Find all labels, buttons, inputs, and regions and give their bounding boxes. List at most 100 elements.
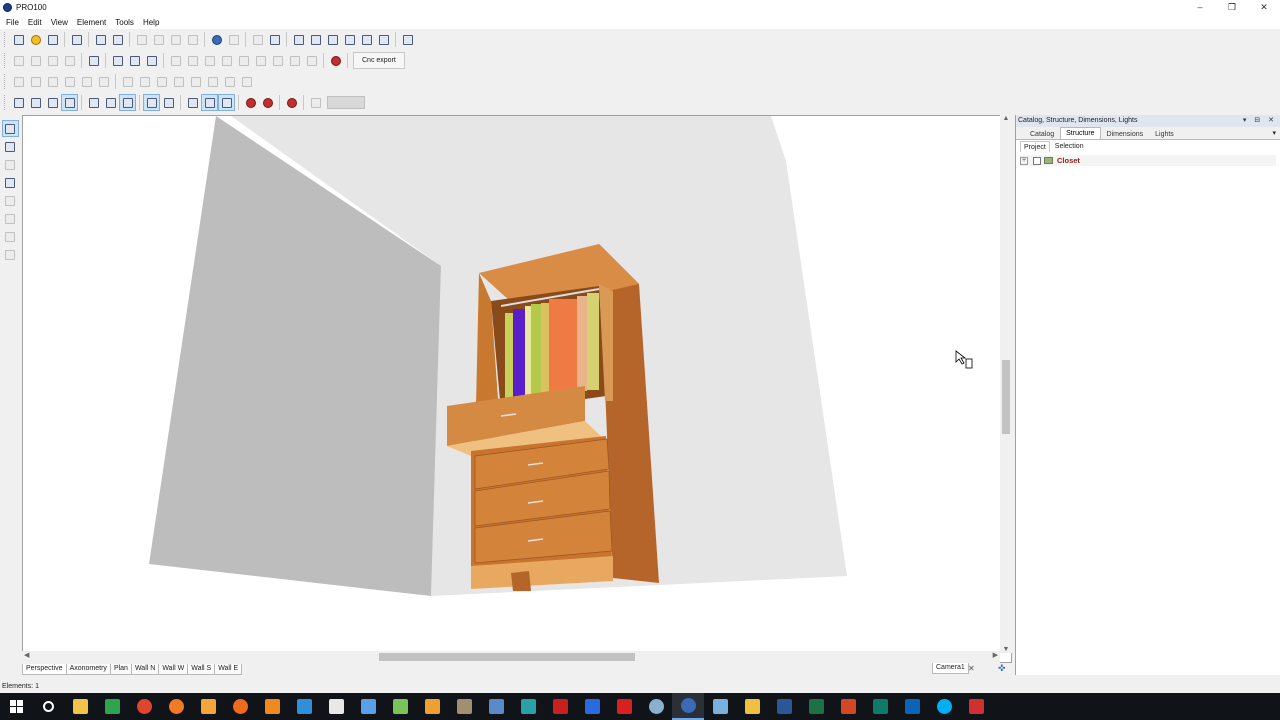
tab-lights[interactable]: Lights (1149, 128, 1180, 139)
select-tool[interactable] (1, 120, 19, 137)
align-top-button[interactable] (44, 73, 61, 90)
align-bottom-button[interactable] (61, 73, 78, 90)
add-camera-icon[interactable]: ✜ (998, 663, 1006, 674)
menu-help[interactable]: Help (139, 18, 164, 27)
shaded-button[interactable] (44, 94, 61, 111)
taskbar-gimp-button[interactable] (448, 693, 480, 720)
taskbar-paint-net-button[interactable] (480, 693, 512, 720)
new-file-button[interactable] (10, 31, 27, 48)
light-button[interactable] (160, 94, 177, 111)
copy-material-tool[interactable] (2, 192, 19, 209)
stretch-tool[interactable] (2, 228, 19, 245)
menu-view[interactable]: View (47, 18, 73, 27)
catalog-button[interactable] (266, 31, 283, 48)
minimize-button[interactable]: – (1184, 0, 1216, 15)
subtab-project[interactable]: Project (1020, 141, 1050, 152)
sum-button[interactable] (399, 31, 416, 48)
3d-viewport[interactable] (22, 115, 1012, 663)
arrow-up-button[interactable] (218, 52, 235, 69)
copy-button[interactable] (150, 31, 167, 48)
taskbar-calculator-button[interactable] (320, 693, 352, 720)
paint-tool[interactable] (2, 174, 19, 191)
width-2-button[interactable] (27, 52, 44, 69)
distribute-5-button[interactable] (187, 73, 204, 90)
ungroup-button[interactable] (167, 52, 184, 69)
taskbar-folder-button[interactable] (736, 693, 768, 720)
labels-button[interactable] (143, 94, 160, 111)
undo-button[interactable] (208, 31, 225, 48)
align-right-button[interactable] (27, 73, 44, 90)
taskbar-malwarebytes-button[interactable] (576, 693, 608, 720)
dimension-tool[interactable] (2, 138, 19, 155)
move-button[interactable] (269, 52, 286, 69)
menu-edit[interactable]: Edit (24, 18, 47, 27)
menu-tools[interactable]: Tools (111, 18, 139, 27)
paste-button[interactable] (167, 31, 184, 48)
taskbar-google-drive-button[interactable] (96, 693, 128, 720)
grid-button[interactable] (85, 52, 102, 69)
menu-file[interactable]: File (2, 18, 24, 27)
close-camera-icon[interactable]: ✕ (968, 663, 975, 674)
tab-axonometry[interactable]: Axonometry (65, 663, 111, 675)
tab-plan[interactable]: Plan (109, 663, 132, 675)
measure-tool[interactable] (2, 156, 19, 173)
print-button[interactable] (92, 31, 109, 48)
scroll-thumb[interactable] (1002, 360, 1010, 434)
taskbar-windows-start-button[interactable] (0, 693, 32, 720)
tree-item-closet[interactable]: + Closet (1020, 155, 1276, 166)
taskbar-notepad-plus-button[interactable] (384, 693, 416, 720)
taskbar-snipping-tool-button[interactable] (960, 693, 992, 720)
menu-element[interactable]: Element (73, 18, 111, 27)
target-button[interactable] (283, 94, 300, 111)
taskbar-publisher-button[interactable] (864, 693, 896, 720)
tab-dimensions[interactable]: Dimensions (1101, 128, 1150, 139)
taskbar-arduino-button[interactable] (512, 693, 544, 720)
toolbar-grip[interactable] (4, 53, 7, 68)
taskbar-origin-button[interactable] (224, 693, 256, 720)
cnc-settings-button[interactable] (327, 52, 344, 69)
align-front-button[interactable] (78, 73, 95, 90)
taskbar-vlc-button[interactable] (256, 693, 288, 720)
tab-wall-n[interactable]: Wall N (130, 663, 160, 675)
rotate-button[interactable] (126, 52, 143, 69)
chevron-down-icon[interactable]: ▾ (1272, 129, 1276, 137)
zoom-tool[interactable] (2, 246, 19, 263)
export-button[interactable] (249, 31, 266, 48)
tab-catalog[interactable]: Catalog (1024, 128, 1060, 139)
close-button[interactable]: ✕ (1248, 0, 1280, 15)
taskbar-pro100-button[interactable] (672, 693, 704, 720)
distribute-7-button[interactable] (221, 73, 238, 90)
save-button[interactable] (44, 31, 61, 48)
edit-tool[interactable] (2, 210, 19, 227)
distribute-2-button[interactable] (136, 73, 153, 90)
align-left-button[interactable] (10, 73, 27, 90)
taskbar-excel-button[interactable] (800, 693, 832, 720)
vertical-scrollbar[interactable]: ▲ ▼ (1000, 115, 1012, 653)
tab-wall-s[interactable]: Wall S (187, 663, 216, 675)
align-button[interactable] (201, 52, 218, 69)
scroll-down-icon[interactable]: ▼ (1000, 646, 1012, 653)
scroll-left-icon[interactable]: ◀ (24, 651, 29, 659)
taskbar-filezilla-button[interactable] (544, 693, 576, 720)
distribute-6-button[interactable] (204, 73, 221, 90)
snap-button[interactable] (259, 94, 276, 111)
height-2-button[interactable] (61, 52, 78, 69)
wall-3-button[interactable] (119, 94, 136, 111)
dimension-button[interactable] (201, 94, 218, 111)
distribute-3-button[interactable] (153, 73, 170, 90)
open-file-button[interactable] (27, 31, 44, 48)
wall-2-button[interactable] (102, 94, 119, 111)
distribute-1-button[interactable] (119, 73, 136, 90)
taskbar-steam-button[interactable] (640, 693, 672, 720)
arrow-down-button[interactable] (235, 52, 252, 69)
scroll-up-icon[interactable]: ▲ (1000, 115, 1012, 122)
toolbar-grip[interactable] (4, 74, 7, 89)
height-button[interactable] (44, 52, 61, 69)
visibility-checkbox[interactable] (1033, 156, 1041, 165)
taskbar-blender-button[interactable] (192, 693, 224, 720)
toolbar-grip[interactable] (4, 95, 7, 110)
redo-button[interactable] (225, 31, 242, 48)
layout-2-button[interactable] (307, 31, 324, 48)
layout-1-button[interactable] (290, 31, 307, 48)
taskbar-powerpoint-button[interactable] (832, 693, 864, 720)
